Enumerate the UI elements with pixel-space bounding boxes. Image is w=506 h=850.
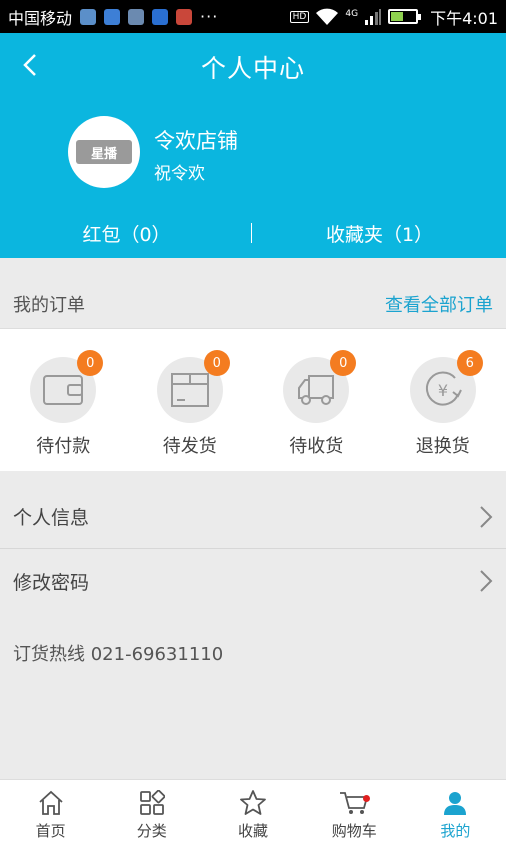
- tab-mine[interactable]: 我的: [405, 780, 506, 850]
- tab-label: 收藏: [238, 822, 269, 840]
- profile-header: 个人中心 星播 令欢店铺 祝令欢 红包（0） 收藏夹（1）: [0, 33, 506, 258]
- order-status-panel: 0 待付款 0 待发货 0 待收货 ¥ 6 退换货: [0, 328, 506, 471]
- order-pending-payment[interactable]: 0 待付款: [0, 329, 127, 471]
- order-label: 待收货: [289, 436, 344, 457]
- owner-name: 祝令欢: [154, 164, 205, 184]
- order-return-exchange[interactable]: ¥ 6 退换货: [380, 329, 506, 471]
- app-notification-icon: [176, 8, 193, 25]
- tab-favorites[interactable]: 收藏: [202, 780, 303, 850]
- tab-cart[interactable]: 购物车: [304, 780, 405, 850]
- profile-stats: 红包（0） 收藏夹（1）: [0, 215, 506, 251]
- battery-icon: [388, 9, 422, 24]
- stats-divider: [251, 223, 252, 243]
- wifi-icon: [316, 8, 339, 25]
- wallet-icon: [43, 375, 84, 405]
- personal-info-label: 个人信息: [13, 507, 90, 529]
- refund-icon: ¥: [425, 371, 462, 406]
- tab-label: 分类: [136, 821, 167, 840]
- svg-text:¥: ¥: [438, 381, 448, 400]
- home-icon: [38, 790, 63, 815]
- signal-icon: [365, 8, 382, 25]
- shop-name: 令欢店铺: [154, 129, 238, 153]
- network-type: 4G: [345, 8, 359, 19]
- chevron-right-icon: [480, 570, 493, 592]
- page-title: 个人中心: [200, 54, 305, 83]
- tab-label: 购物车: [331, 821, 377, 840]
- avatar[interactable]: 星播: [68, 116, 140, 188]
- hd-badge: HD: [289, 10, 310, 23]
- avatar-logo: 星播: [76, 140, 132, 164]
- personal-info-row[interactable]: 个人信息: [0, 485, 506, 549]
- cart-icon: [340, 791, 369, 814]
- order-pending-shipment[interactable]: 0 待发货: [127, 329, 254, 471]
- bottom-tab-bar: 首页 分类 收藏 购物车 我的: [0, 779, 506, 850]
- order-label: 待发货: [162, 436, 217, 457]
- chevron-right-icon: [480, 505, 493, 528]
- more-notifications-icon: ···: [200, 7, 219, 26]
- count-badge: 6: [456, 350, 483, 376]
- order-pending-receipt[interactable]: 0 待收货: [253, 329, 380, 471]
- package-icon: [170, 373, 209, 407]
- change-password-row[interactable]: 修改密码: [0, 549, 506, 613]
- red-packet-link[interactable]: 红包（0）: [0, 220, 253, 247]
- tab-label: 我的: [440, 821, 471, 840]
- truck-icon: [298, 375, 335, 405]
- tab-category[interactable]: 分类: [101, 780, 202, 850]
- star-icon: [240, 790, 266, 815]
- orders-header: 我的订单 查看全部订单: [0, 280, 506, 328]
- count-badge: 0: [330, 350, 357, 376]
- status-bar: 中国移动 ··· HD 4G 下午4:01: [0, 0, 506, 33]
- message-notification-icon: [152, 8, 169, 25]
- app-notification-icon: [128, 8, 145, 25]
- order-hotline[interactable]: 订货热线 021-69631110: [13, 640, 223, 666]
- user-icon: [444, 791, 467, 815]
- category-icon: [139, 789, 165, 815]
- tab-label: 首页: [35, 821, 66, 840]
- count-badge: 0: [203, 350, 230, 376]
- orders-title: 我的订单: [13, 295, 85, 316]
- favorites-link[interactable]: 收藏夹（1）: [253, 220, 506, 247]
- map-notification-icon: [104, 8, 121, 25]
- carrier-name: 中国移动: [8, 8, 73, 28]
- clock: 下午4:01: [430, 8, 498, 28]
- change-password-label: 修改密码: [13, 571, 90, 594]
- view-all-orders-link[interactable]: 查看全部订单: [385, 291, 493, 317]
- tab-home[interactable]: 首页: [0, 780, 101, 850]
- order-label: 待付款: [36, 436, 91, 457]
- order-label: 退换货: [415, 436, 470, 457]
- app-notification-icon: [80, 8, 97, 25]
- count-badge: 0: [77, 350, 104, 376]
